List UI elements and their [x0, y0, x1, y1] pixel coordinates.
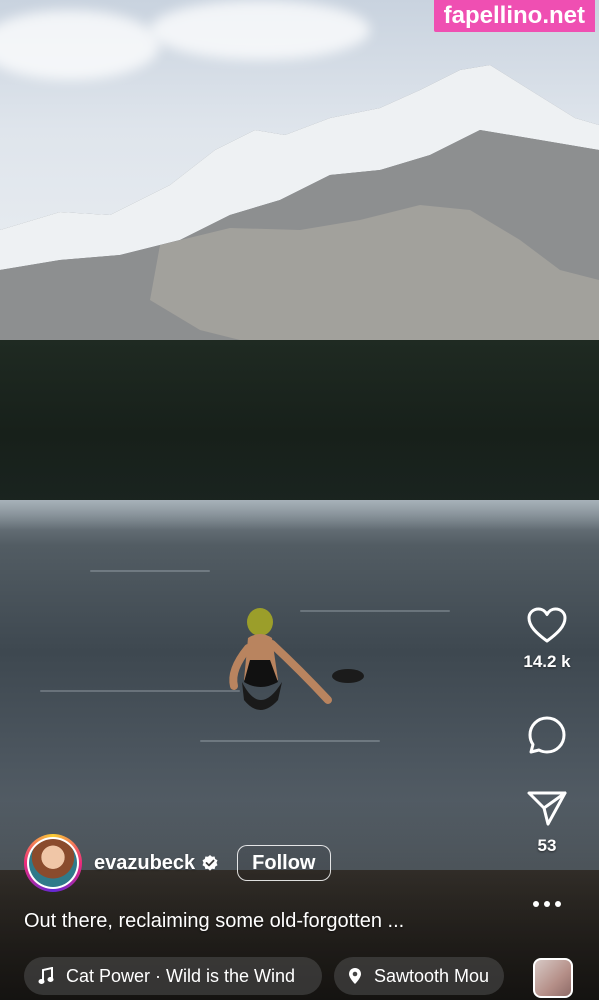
username[interactable]: evazubeck — [94, 852, 195, 875]
more-options-button[interactable] — [519, 900, 575, 908]
music-note-icon — [38, 967, 54, 985]
share-count: 53 — [537, 836, 557, 855]
reel-viewer: fapellino.net 14.2 k 53 evazubeck Follow… — [0, 0, 599, 1000]
comment-icon[interactable] — [519, 714, 575, 756]
send-icon[interactable] — [519, 788, 575, 828]
comment-action[interactable] — [519, 714, 575, 756]
share-action[interactable]: 53 — [519, 788, 575, 856]
audio-label: Cat Power · Wild is the Wind — [66, 965, 296, 986]
follow-button[interactable]: Follow — [237, 845, 331, 881]
forest — [0, 340, 599, 510]
audio-thumbnail[interactable] — [533, 958, 573, 998]
like-count: 14.2 k — [523, 652, 571, 671]
ripple — [200, 740, 380, 742]
more-icon[interactable] — [519, 900, 575, 908]
heart-icon[interactable] — [519, 606, 575, 644]
audio-chip[interactable]: Cat Power · Wild is the Wind — [24, 957, 322, 995]
avatar[interactable] — [24, 834, 82, 892]
like-action[interactable]: 14.2 k — [519, 606, 575, 672]
location-pin-icon — [348, 967, 362, 985]
verified-badge-icon — [201, 854, 219, 872]
location-chip[interactable]: Sawtooth Mou — [334, 957, 504, 995]
author-row: evazubeck Follow — [24, 834, 331, 892]
meta-chips: Cat Power · Wild is the Wind Sawtooth Mo… — [24, 957, 504, 995]
lake-surface — [0, 500, 599, 530]
swimmer — [229, 608, 364, 710]
location-label: Sawtooth Mou — [374, 965, 490, 986]
ripple — [40, 690, 240, 692]
ripple — [90, 570, 210, 572]
caption[interactable]: Out there, reclaiming some old-forgotten… — [24, 910, 404, 933]
watermark: fapellino.net — [433, 0, 595, 32]
